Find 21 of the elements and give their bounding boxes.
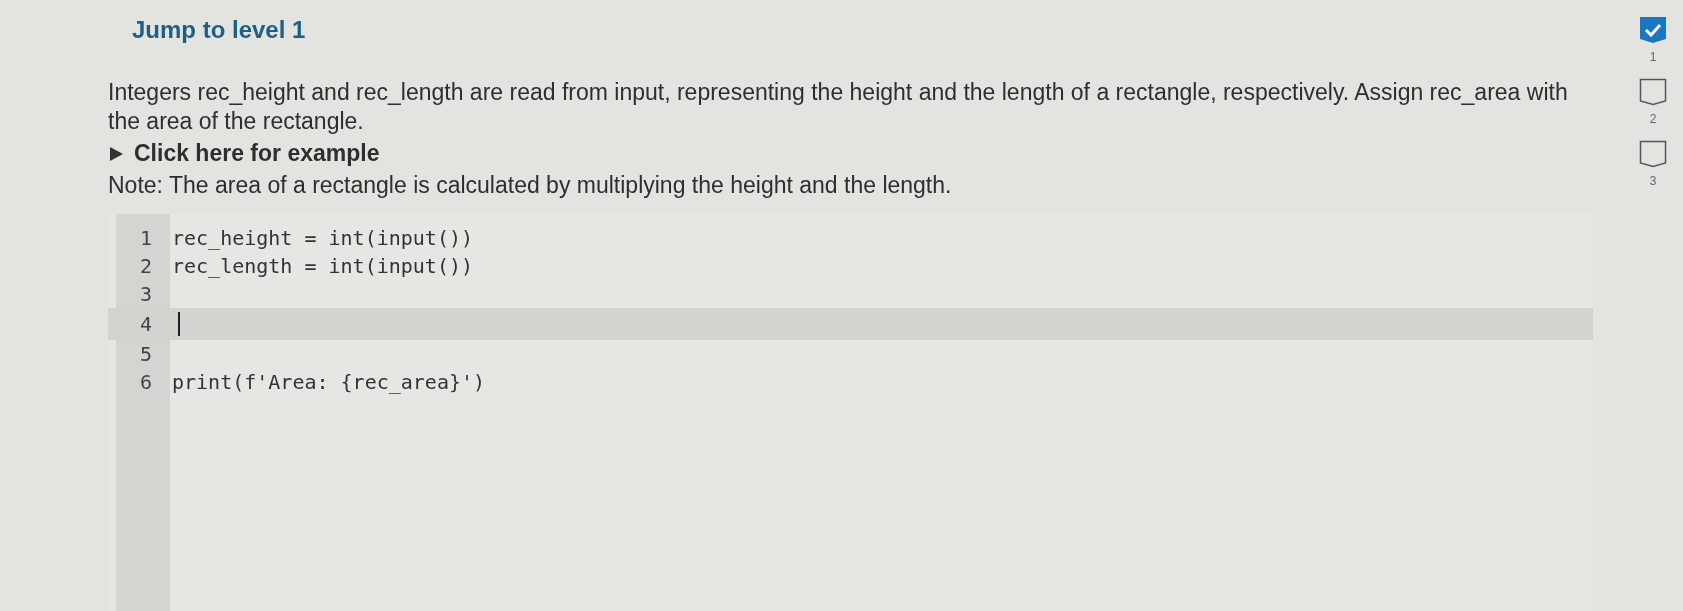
empty-badge-icon[interactable] (1639, 78, 1667, 106)
empty-badge-icon[interactable] (1639, 140, 1667, 168)
line-number: 6 (138, 370, 153, 394)
line-number: 1 (138, 226, 153, 250)
code-editor[interactable]: 1 rec_height = int(input()) 2 rec_length = int(input()) 3 4 5 6 print(f'Area: {rec_area}') (108, 214, 1593, 611)
level-number: 3 (1649, 174, 1657, 188)
check-badge-icon[interactable] (1639, 16, 1667, 44)
text-cursor (178, 312, 180, 336)
level-title: Jump to level 1 (132, 16, 307, 44)
line-number: 5 (138, 342, 153, 366)
line-number: 4 (138, 312, 153, 336)
level-number: 1 (1649, 50, 1657, 64)
prompt-text: Integers rec_height and rec_length are read from input, representing the height and the length of a rectangle, respectively. Assign rec_area with the area of the rectangle. (108, 78, 1569, 136)
code-line: rec_length = int(input()) (172, 254, 474, 278)
level-number: 2 (1649, 112, 1657, 126)
example-toggle[interactable]: Click here for example (108, 136, 1593, 167)
code-line: print(f'Area: {rec_area}') (172, 370, 486, 394)
line-number: 3 (138, 282, 153, 306)
code-line: rec_height = int(input()) (172, 226, 474, 250)
note-text: Note: The area of a rectangle is calculated by multiplying the height and the length. (108, 171, 953, 200)
line-number: 2 (138, 254, 153, 278)
